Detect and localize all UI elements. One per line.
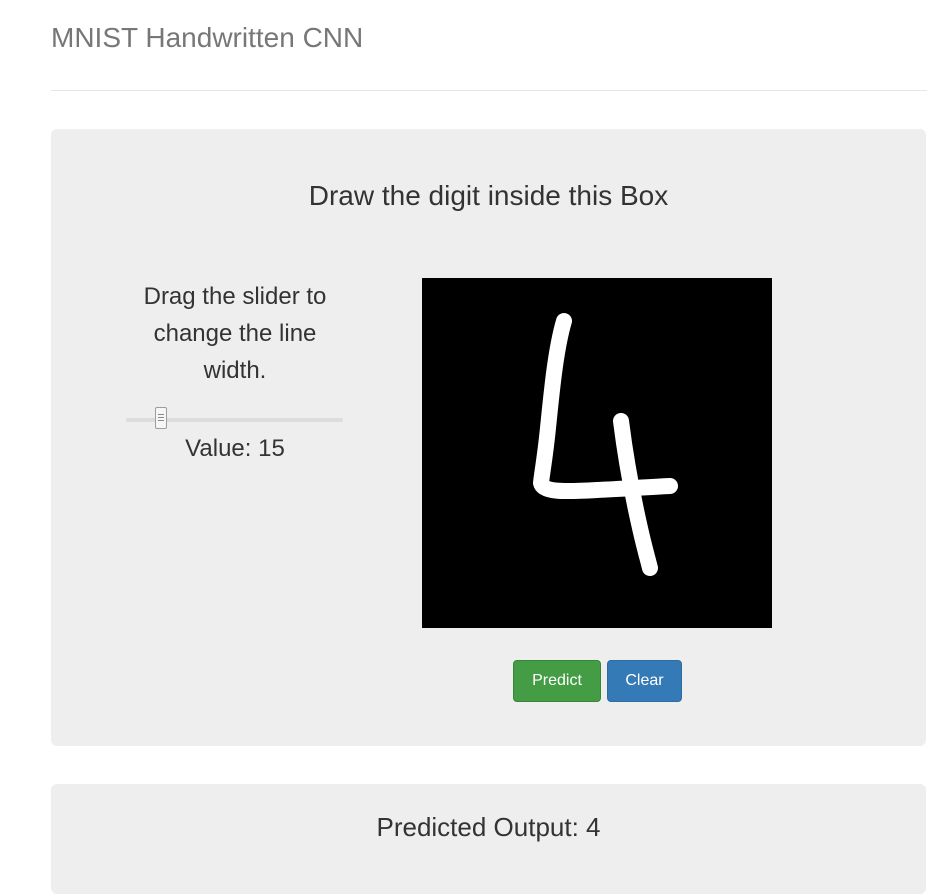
slider-handle[interactable]: [155, 407, 167, 429]
drawing-canvas[interactable]: [422, 278, 772, 628]
slider-value-label: Value: 15: [121, 435, 349, 463]
digit-stroke-left: [533, 313, 678, 500]
header-divider: [51, 90, 927, 91]
predicted-output: Predicted Output: 4: [376, 812, 601, 842]
draw-panel: Draw the digit inside this Box Drag the …: [51, 129, 926, 746]
slider-instructions: Drag the slider to change the line width…: [143, 283, 327, 384]
slider-value-text: Value: 15: [185, 435, 285, 462]
clear-button[interactable]: Clear: [607, 660, 682, 702]
draw-panel-title: Draw the digit inside this Box: [308, 180, 669, 211]
page-title: MNIST Handwritten CNN: [51, 22, 364, 53]
digit-drawing: [533, 313, 678, 576]
grip-icon: [158, 414, 164, 422]
predict-button[interactable]: Predict: [513, 660, 601, 702]
line-width-slider[interactable]: [126, 407, 343, 429]
